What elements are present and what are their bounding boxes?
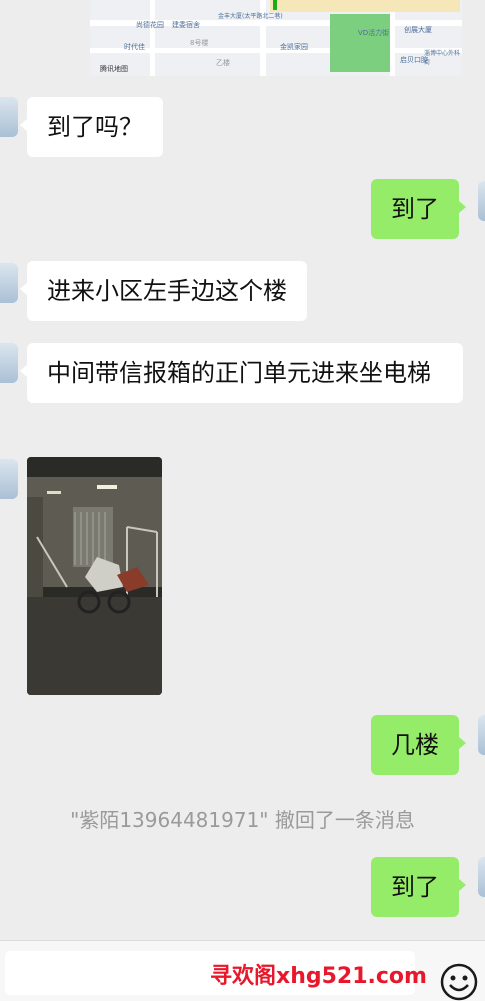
- map-label: 创展大厦: [404, 26, 432, 34]
- recall-notice: "紫陌13964481971" 撤回了一条消息: [70, 808, 415, 832]
- map-label: 8号楼: [190, 39, 209, 47]
- map-label: 建委宿舍: [172, 21, 200, 29]
- incoming-message[interactable]: 进来小区左手边这个楼: [20, 261, 307, 321]
- map-label: VD活力街: [358, 29, 390, 37]
- map-label: 启贝口腔: [400, 56, 428, 64]
- map-label: 尚德花园: [136, 21, 164, 29]
- smiley-face-icon[interactable]: [440, 963, 478, 1001]
- outgoing-message[interactable]: 几楼: [371, 715, 466, 775]
- incoming-image-message[interactable]: [27, 457, 162, 695]
- map-label: 乙楼: [216, 59, 230, 67]
- location-map-card[interactable]: 尚德花园 建委宿舍 金丰大厦(太平路北二巷) 创展大厦 时代佳 8号楼 金凯家园…: [90, 0, 462, 76]
- self-avatar[interactable]: [478, 181, 485, 221]
- map-park: [330, 14, 390, 72]
- map-label: 时代佳: [124, 43, 145, 51]
- map-main-road: [270, 0, 460, 12]
- map-road: [150, 0, 155, 76]
- input-bar: 寻欢阁xhg521.com: [0, 940, 485, 1001]
- incoming-message[interactable]: 到了吗？: [20, 97, 163, 157]
- contact-avatar[interactable]: [0, 459, 18, 499]
- contact-avatar[interactable]: [0, 343, 18, 383]
- watermark-text: 寻欢阁xhg521.com: [210, 964, 427, 989]
- map-label: 金凯家园: [280, 43, 308, 51]
- map-road: [90, 48, 462, 53]
- outgoing-message[interactable]: 到了: [371, 857, 466, 917]
- map-label: 金丰大厦(太平路北二巷): [218, 13, 283, 20]
- map-label: 淄博中心外科街: [424, 50, 461, 66]
- map-logo: 腾讯地图: [100, 65, 128, 73]
- outgoing-message[interactable]: 到了: [371, 179, 466, 239]
- contact-avatar[interactable]: [0, 263, 18, 303]
- contact-avatar[interactable]: [0, 97, 18, 137]
- self-avatar[interactable]: [478, 715, 485, 755]
- self-avatar[interactable]: [478, 857, 485, 897]
- photo-illustration: [27, 457, 162, 695]
- incoming-message[interactable]: 中间带信报箱的正门单元进来坐电梯: [20, 343, 463, 403]
- map-pin: [273, 0, 277, 10]
